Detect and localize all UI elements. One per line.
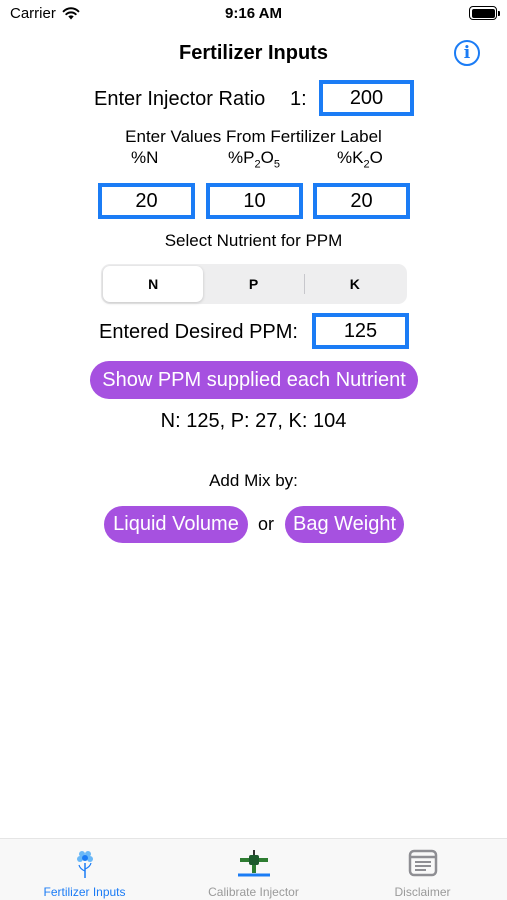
segment-n[interactable]: N — [103, 266, 204, 302]
nutrient-segmented-control[interactable]: N P K — [101, 264, 407, 304]
status-bar: Carrier 9:16 AM — [0, 0, 507, 30]
ppm-result-text: N: 125, P: 27, K: 104 — [160, 410, 347, 432]
p-label: %P2O5 — [228, 148, 280, 171]
desired-ppm-label: Entered Desired PPM: — [99, 321, 298, 343]
k-label: %K2O — [337, 148, 383, 171]
tab-disclaimer[interactable]: Disclaimer — [338, 839, 507, 900]
injector-ratio-input[interactable] — [319, 80, 414, 116]
tab-label-disclaimer: Disclaimer — [394, 885, 451, 899]
tab-fertilizer-inputs[interactable]: Fertilizer Inputs — [0, 839, 169, 900]
n-percent-input[interactable] — [98, 183, 195, 219]
k-percent-input[interactable] — [313, 183, 410, 219]
tab-label-fertilizer-inputs: Fertilizer Inputs — [43, 885, 126, 899]
injector-ratio-label: Enter Injector Ratio — [94, 88, 266, 110]
desired-ppm-input[interactable] — [312, 313, 409, 349]
injector-ratio-prefix: 1: — [290, 88, 307, 110]
tab-calibrate-injector[interactable]: Calibrate Injector — [169, 839, 338, 900]
liquid-volume-button[interactable]: Liquid Volume — [104, 506, 248, 543]
n-label: %N — [131, 148, 159, 167]
info-icon[interactable]: i — [454, 40, 480, 66]
segment-p[interactable]: P — [203, 266, 303, 302]
bag-weight-button[interactable]: Bag Weight — [285, 506, 404, 543]
battery-icon — [469, 6, 500, 20]
document-icon — [408, 849, 437, 877]
segment-k[interactable]: K — [305, 266, 405, 302]
tab-label-calibrate-injector: Calibrate Injector — [208, 885, 299, 899]
page-title: Fertilizer Inputs — [179, 42, 328, 64]
show-ppm-button[interactable]: Show PPM supplied each Nutrient — [90, 361, 418, 399]
tab-bar: Fertilizer Inputs Calibrate Injector Dis… — [0, 838, 507, 900]
flower-icon — [76, 851, 93, 878]
fertilizer-label-heading: Enter Values From Fertilizer Label — [125, 127, 382, 146]
status-time: 9:16 AM — [225, 5, 282, 22]
p-percent-input[interactable] — [206, 183, 303, 219]
add-mix-label: Add Mix by: — [209, 471, 298, 490]
injector-icon — [237, 850, 270, 877]
or-label: or — [258, 514, 275, 534]
nutrient-select-label: Select Nutrient for PPM — [164, 231, 343, 250]
